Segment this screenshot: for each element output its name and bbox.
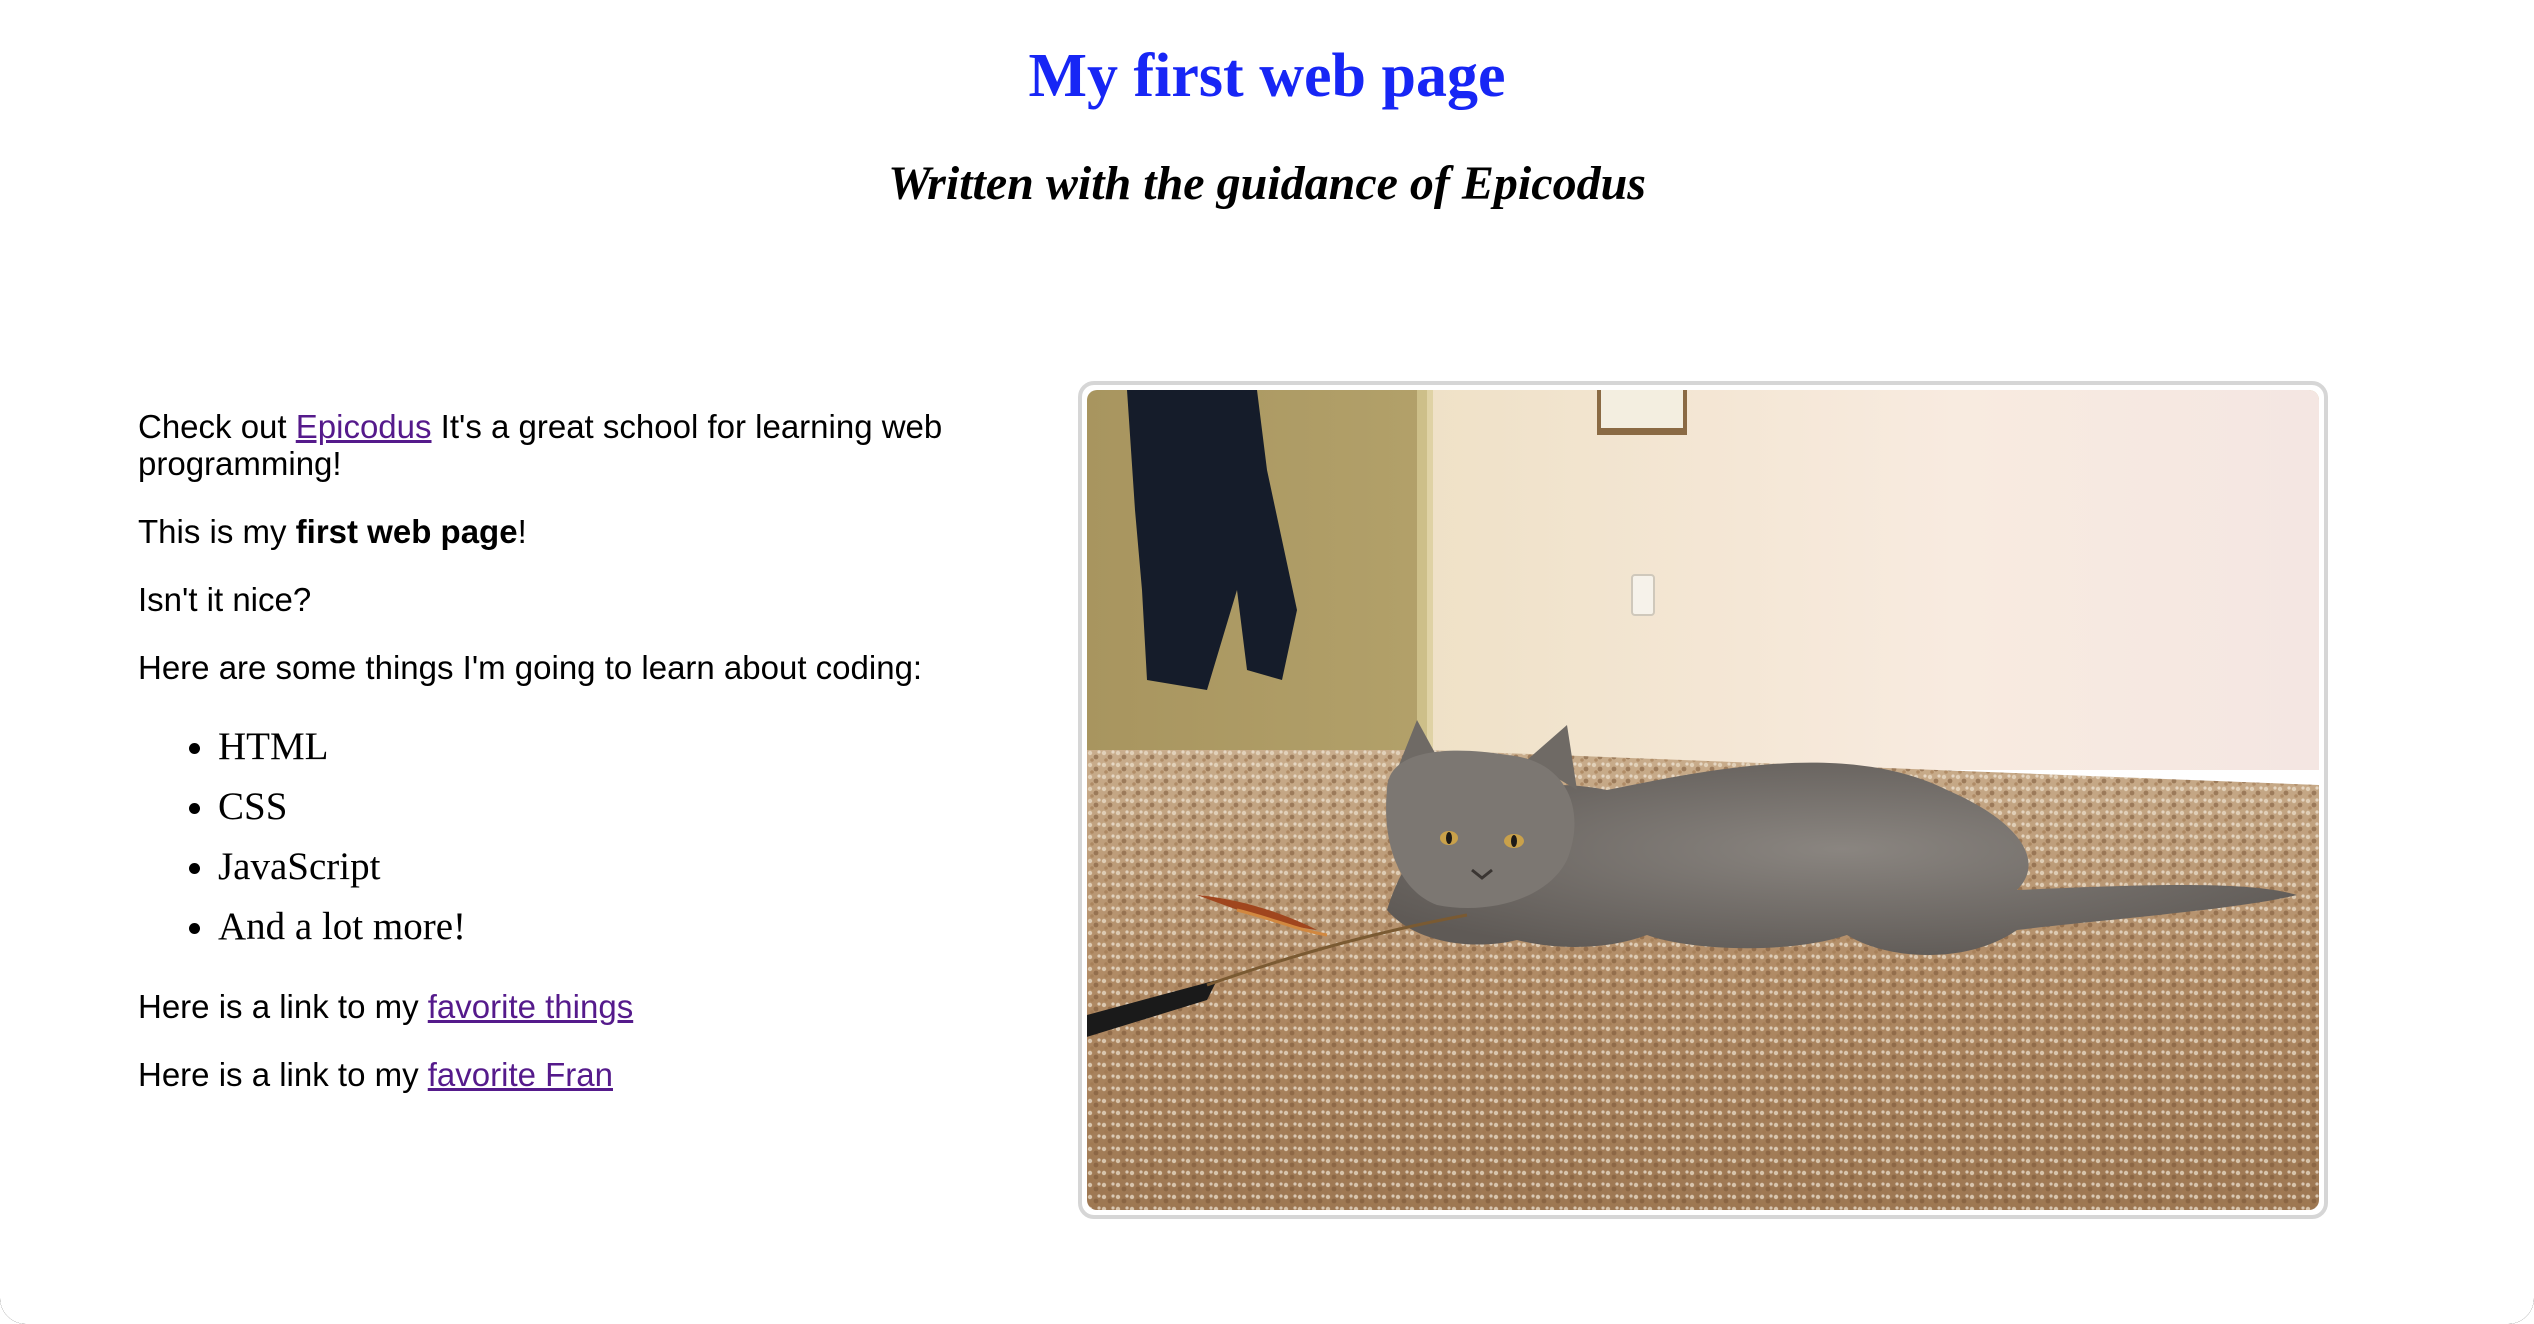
list-item: HTML	[218, 717, 998, 777]
page: My first web page Written with the guida…	[0, 0, 2534, 1324]
first-page-suffix: !	[517, 513, 527, 550]
kitten-image-frame	[1078, 381, 2328, 1219]
first-page-prefix: This is my	[138, 513, 296, 550]
nice-paragraph: Isn't it nice?	[138, 581, 312, 618]
intro-paragraph: Check out Epicodus It's a great school f…	[138, 408, 998, 482]
list-item: And a lot more!	[218, 897, 998, 957]
favorite-fran-paragraph: Here is a link to my favorite Fran	[138, 1056, 998, 1093]
kitten-image	[1087, 390, 2319, 1210]
list-item: JavaScript	[218, 837, 998, 897]
text-column: Check out Epicodus It's a great school f…	[138, 408, 998, 1124]
first-page-bold: first web page	[295, 513, 518, 550]
favorite-things-link[interactable]: favorite things	[428, 988, 633, 1025]
epicodus-link[interactable]: Epicodus	[296, 408, 432, 445]
intro-prefix: Check out	[138, 408, 296, 445]
favorite-things-prefix: Here is a link to my	[138, 988, 428, 1025]
favorite-things-paragraph: Here is a link to my favorite things	[138, 988, 998, 1025]
favorite-fran-link[interactable]: favorite Fran	[428, 1056, 613, 1093]
page-canvas: My first web page Written with the guida…	[0, 0, 2534, 1324]
kitten-photo-illustration	[1087, 390, 2319, 1210]
list-intro: Here are some things I'm going to learn …	[138, 649, 923, 686]
first-page-paragraph: This is my first web page!	[138, 513, 998, 550]
list-item: CSS	[218, 777, 998, 837]
page-subtitle: Written with the guidance of Epicodus	[888, 157, 1646, 210]
learning-list: HTML CSS JavaScript And a lot more!	[138, 717, 998, 957]
page-title: My first web page	[1028, 42, 1506, 110]
favorite-fran-prefix: Here is a link to my	[138, 1056, 428, 1093]
